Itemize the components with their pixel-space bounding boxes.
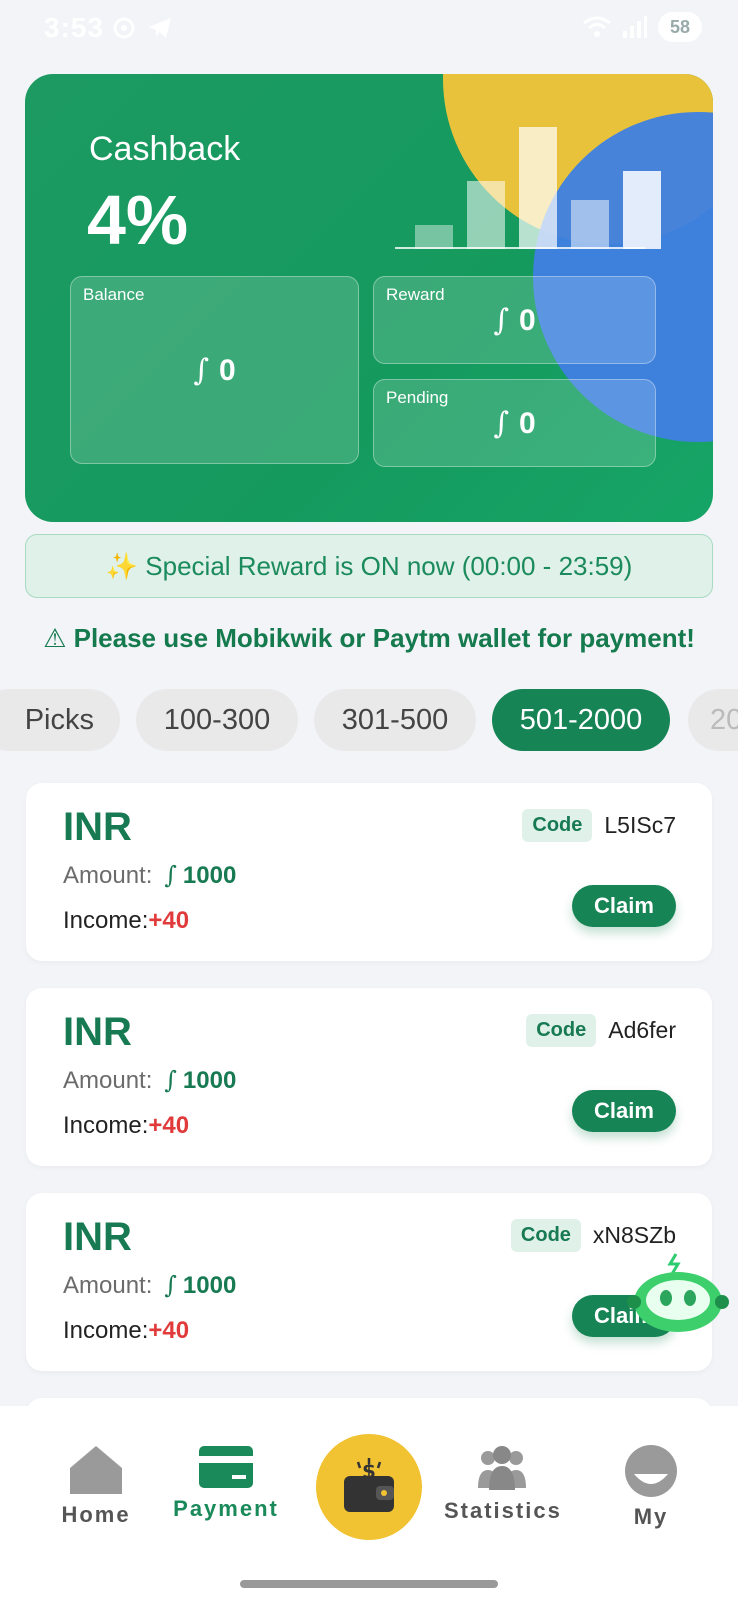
pending-label: Pending [386,388,449,407]
users-icon [478,1446,526,1490]
reward-tile[interactable]: Reward ∫ 0 [373,276,656,364]
signal-icon [623,16,647,38]
currency-symbol: ∫ [164,861,177,889]
wallet-icon: $ [344,1458,394,1512]
chart-bar [623,171,661,249]
currency-symbol: ∫ [164,1271,177,1299]
offer-card: INR Amount: ∫ 1000 Income:+40 Code xN8SZb … [26,1193,712,1371]
status-time: 3:53 [44,12,105,43]
amount-label: Amount: [63,862,153,889]
claim-button[interactable]: Claim [572,1090,676,1132]
offer-currency: INR [63,1215,132,1259]
balance-label: Balance [83,285,145,304]
nav-home-label: Home [61,1502,131,1527]
payment-notice: ⚠ Please use Mobikwik or Paytm wallet fo… [43,623,695,653]
balance-tile[interactable]: Balance ∫ 0 [70,276,359,464]
chip-301-500[interactable]: 301-500 [314,689,476,751]
special-reward-banner: ✨ Special Reward is ON now (00:00 - 23:5… [25,534,713,598]
chart-bar [519,127,557,249]
nav-payment-label: Payment [173,1496,279,1521]
currency-symbol: ∫ [493,303,509,338]
offer-currency: INR [63,805,132,849]
reward-label: Reward [386,285,445,304]
chip-501-2000[interactable]: 501-2000 [492,689,670,751]
code-badge: Code [510,1219,581,1252]
home-icon [70,1446,122,1494]
claim-button[interactable]: Claim [572,885,676,927]
code-badge: Code [526,1014,597,1047]
offer-income: +40 [148,1112,190,1139]
cashback-rate: 4% [87,181,189,259]
offer-card: INR Amount: ∫ 1000 Income:+40 Code Ad6fer … [26,988,712,1166]
offer-code: Ad6fer [608,1017,676,1043]
offer-amount: 1000 [182,1272,237,1299]
chip-more[interactable]: 20 [688,689,738,751]
income-label: Income: [63,1112,149,1139]
offer-amount: 1000 [182,862,237,889]
chart-bar [415,225,453,249]
currency-symbol: ∫ [193,353,209,388]
offer-amount: 1000 [182,1067,237,1094]
chart-bar [571,200,609,249]
amount-filter-chips: Picks 100-300 301-500 501-2000 20 [0,689,738,751]
wallet-center-button[interactable]: $ [316,1434,422,1540]
profile-icon [625,1445,677,1497]
nav-home[interactable]: Home [44,1444,148,1528]
nav-my-label: My [633,1504,669,1529]
chip-100-300[interactable]: 100-300 [136,689,298,751]
offer-card: INR Amount: ∫ 1000 Income:+40 Code L5ISc7 … [26,783,712,961]
home-indicator [240,1580,498,1588]
nav-statistics[interactable]: Statistics [444,1444,560,1524]
chip-picks[interactable]: Picks [0,689,120,751]
currency-symbol: ∫ [164,1066,177,1094]
offer-code: L5ISc7 [604,812,676,838]
income-label: Income: [63,1317,149,1344]
currency-symbol: ∫ [493,406,509,441]
income-label: Income: [63,907,149,934]
chat-robot-button[interactable] [626,1252,730,1336]
cashback-title: Cashback [89,130,241,168]
status-bar: 3:53 58 [0,0,738,56]
offer-code: xN8SZb [592,1222,676,1248]
card-icon [199,1446,253,1488]
telegram-icon [149,18,171,38]
pending-value: 0 [518,407,536,440]
nav-payment[interactable]: Payment [170,1444,282,1522]
cashback-card: Cashback 4% Balance ∫ 0 Reward ∫ 0 Pending… [25,74,713,522]
balance-value: 0 [218,354,236,387]
robot-assistant-icon [627,1253,729,1332]
nav-my[interactable]: My [606,1444,696,1530]
code-badge: Code [522,809,593,842]
reward-value: 0 [518,304,536,337]
bottom-navigation: Home Payment $ Statistics My [0,1406,738,1599]
nav-statistics-label: Statistics [444,1498,562,1523]
offer-income: +40 [148,907,190,934]
chart-bar [467,181,505,249]
cashback-bar-chart [395,124,661,249]
wifi-icon [583,16,611,37]
amount-label: Amount: [63,1067,153,1094]
offer-income: +40 [148,1317,190,1344]
pending-tile[interactable]: Pending ∫ 0 [373,379,656,467]
battery-indicator: 58 [658,12,702,42]
screen-record-icon [113,17,135,39]
amount-label: Amount: [63,1272,153,1299]
offer-currency: INR [63,1010,132,1054]
